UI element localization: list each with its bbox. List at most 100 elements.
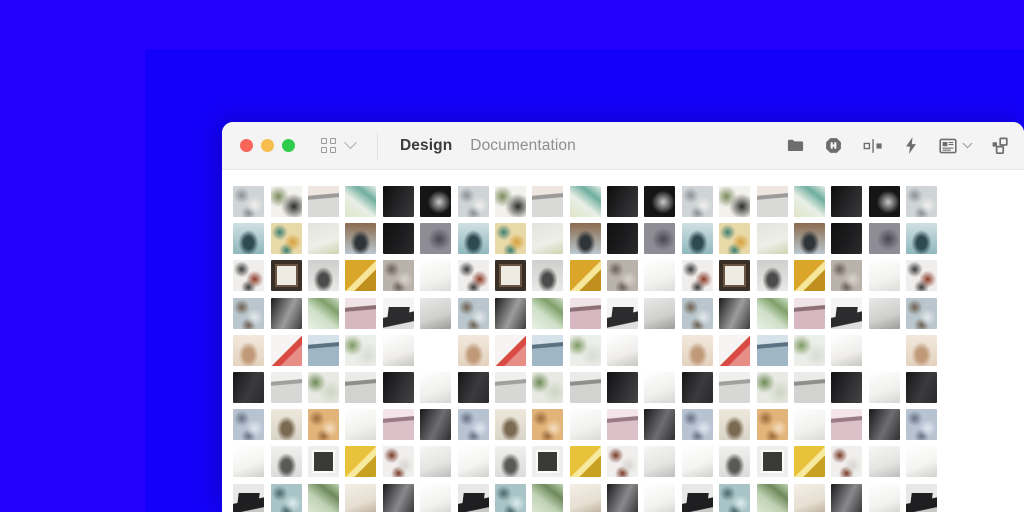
thumbnail-white-interior[interactable] [831,334,863,366]
thumbnail-teal-portrait[interactable] [681,223,713,255]
thumbnail-cell[interactable] [791,481,828,512]
thumbnail-pink-building[interactable] [794,297,826,329]
thumbnail-cell[interactable] [604,443,641,480]
thumbnail-cell[interactable] [641,481,678,512]
thumbnail-cell[interactable] [305,257,342,294]
thumbnail-cell[interactable] [305,406,342,443]
thumbnail-cell[interactable] [529,295,566,332]
thumbnail-cell[interactable] [903,369,940,406]
thumbnail-nude-figure[interactable] [906,334,938,366]
thumbnail-cell[interactable] [492,220,529,257]
thumbnail-cell[interactable] [828,481,865,512]
thumbnail-beige-minimal[interactable] [345,483,377,512]
thumbnail-cell[interactable] [267,406,304,443]
thumbnail-cell[interactable] [454,406,491,443]
thumbnail-yellow-note[interactable] [794,446,826,478]
thumbnail-cell[interactable] [492,481,529,512]
thumbnail-cell[interactable] [529,220,566,257]
thumbnail-cell[interactable] [567,220,604,257]
thumbnail-cell[interactable] [791,257,828,294]
thumbnail-cell[interactable] [454,443,491,480]
thumbnail-framed-art[interactable] [719,260,751,292]
thumbnail-cell[interactable] [866,220,903,257]
thumbnail-beige-wall[interactable] [869,335,900,366]
thumbnail-white-shelf[interactable] [868,260,900,292]
thumbnail-cell[interactable] [791,332,828,369]
thumbnail-cell[interactable] [230,406,267,443]
thumbnail-orange-desk[interactable] [756,409,788,441]
thumbnail-street-blur[interactable] [644,223,676,255]
thumbnail-black-square[interactable] [382,223,414,255]
thumbnail-soft-grey[interactable] [644,446,676,478]
thumbnail-cell[interactable] [267,481,304,512]
thumbnail-black-glass[interactable] [644,409,676,441]
thumbnail-cell[interactable] [492,183,529,220]
thumbnail-cell[interactable] [417,220,454,257]
thumbnail-mountain-lake[interactable] [756,334,788,366]
thumbnail-window-person[interactable] [307,260,339,292]
zoom-window-button[interactable] [282,139,295,152]
thumbnail-dark-blur[interactable] [868,186,900,218]
thumbnail-cell[interactable] [753,220,790,257]
thumbnail-paper-stack[interactable] [345,409,377,441]
thumbnail-cell[interactable] [380,183,417,220]
thumbnail-grey-blinds[interactable] [345,372,377,404]
layout-preview-button[interactable] [938,136,973,156]
thumbnail-cell[interactable] [529,443,566,480]
thumbnail-cell[interactable] [641,369,678,406]
thumbnail-cell[interactable] [267,220,304,257]
thumbnail-cell[interactable] [753,183,790,220]
thumbnail-cell[interactable] [641,443,678,480]
thumbnail-cell[interactable] [454,481,491,512]
thumbnail-window-person[interactable] [756,260,788,292]
thumbnail-cell[interactable] [342,481,379,512]
thumbnail-grey-portrait[interactable] [270,446,302,478]
thumbnail-beige-minimal[interactable] [569,483,601,512]
thumbnail-cell[interactable] [716,183,753,220]
thumbnail-dark-chair[interactable] [719,297,751,329]
thumbnail-beige-minimal[interactable] [794,483,826,512]
thumbnail-cell[interactable] [567,332,604,369]
thumbnail-cell[interactable] [828,406,865,443]
thumbnail-cell[interactable] [641,257,678,294]
thumbnail-window-person[interactable] [532,260,564,292]
thumbnail-cell[interactable] [305,481,342,512]
thumbnail-blue-interior[interactable] [681,409,713,441]
thumbnail-black-glass[interactable] [420,409,452,441]
thumbnail-dark-laptop[interactable] [906,483,938,512]
thumbnail-beige-wall[interactable] [644,335,675,366]
thumbnail-cell[interactable] [866,183,903,220]
thumbnail-cell[interactable] [866,406,903,443]
thumbnail-cell[interactable] [866,481,903,512]
thumbnail-cell[interactable] [230,332,267,369]
thumbnail-gallery[interactable] [222,170,1024,512]
thumbnail-grey-portrait[interactable] [719,446,751,478]
thumbnail-white-interior[interactable] [607,334,639,366]
thumbnail-grey-ceiling[interactable] [307,186,339,218]
thumbnail-beige-wall[interactable] [420,335,451,366]
thumbnail-cell[interactable] [791,183,828,220]
thumbnail-dark-desk[interactable] [607,483,639,512]
thumbnail-green-field[interactable] [756,297,788,329]
thumbnail-sunglasses-man[interactable] [569,223,601,255]
thumbnail-teal-portrait[interactable] [233,223,265,255]
thumbnail-cell[interactable] [267,183,304,220]
thumbnail-cell[interactable] [417,443,454,480]
thumbnail-cell[interactable] [342,406,379,443]
thumbnail-mountain-lake[interactable] [532,334,564,366]
thumbnail-plant-person[interactable] [719,186,751,218]
thumbnail-cell[interactable] [267,332,304,369]
thumbnail-cell[interactable] [492,443,529,480]
thumbnail-cell[interactable] [679,220,716,257]
thumbnail-cell[interactable] [791,295,828,332]
thumbnail-sunglasses-man[interactable] [794,223,826,255]
duplicate-squares-icon[interactable] [990,136,1010,156]
thumbnail-cell[interactable] [342,369,379,406]
thumbnail-black-square[interactable] [831,223,863,255]
thumbnail-cell[interactable] [604,481,641,512]
thumbnail-cell[interactable] [230,295,267,332]
thumbnail-cell[interactable] [903,183,940,220]
thumbnail-white-room[interactable] [868,372,900,404]
thumbnail-cell[interactable] [230,257,267,294]
thumbnail-cell[interactable] [641,183,678,220]
